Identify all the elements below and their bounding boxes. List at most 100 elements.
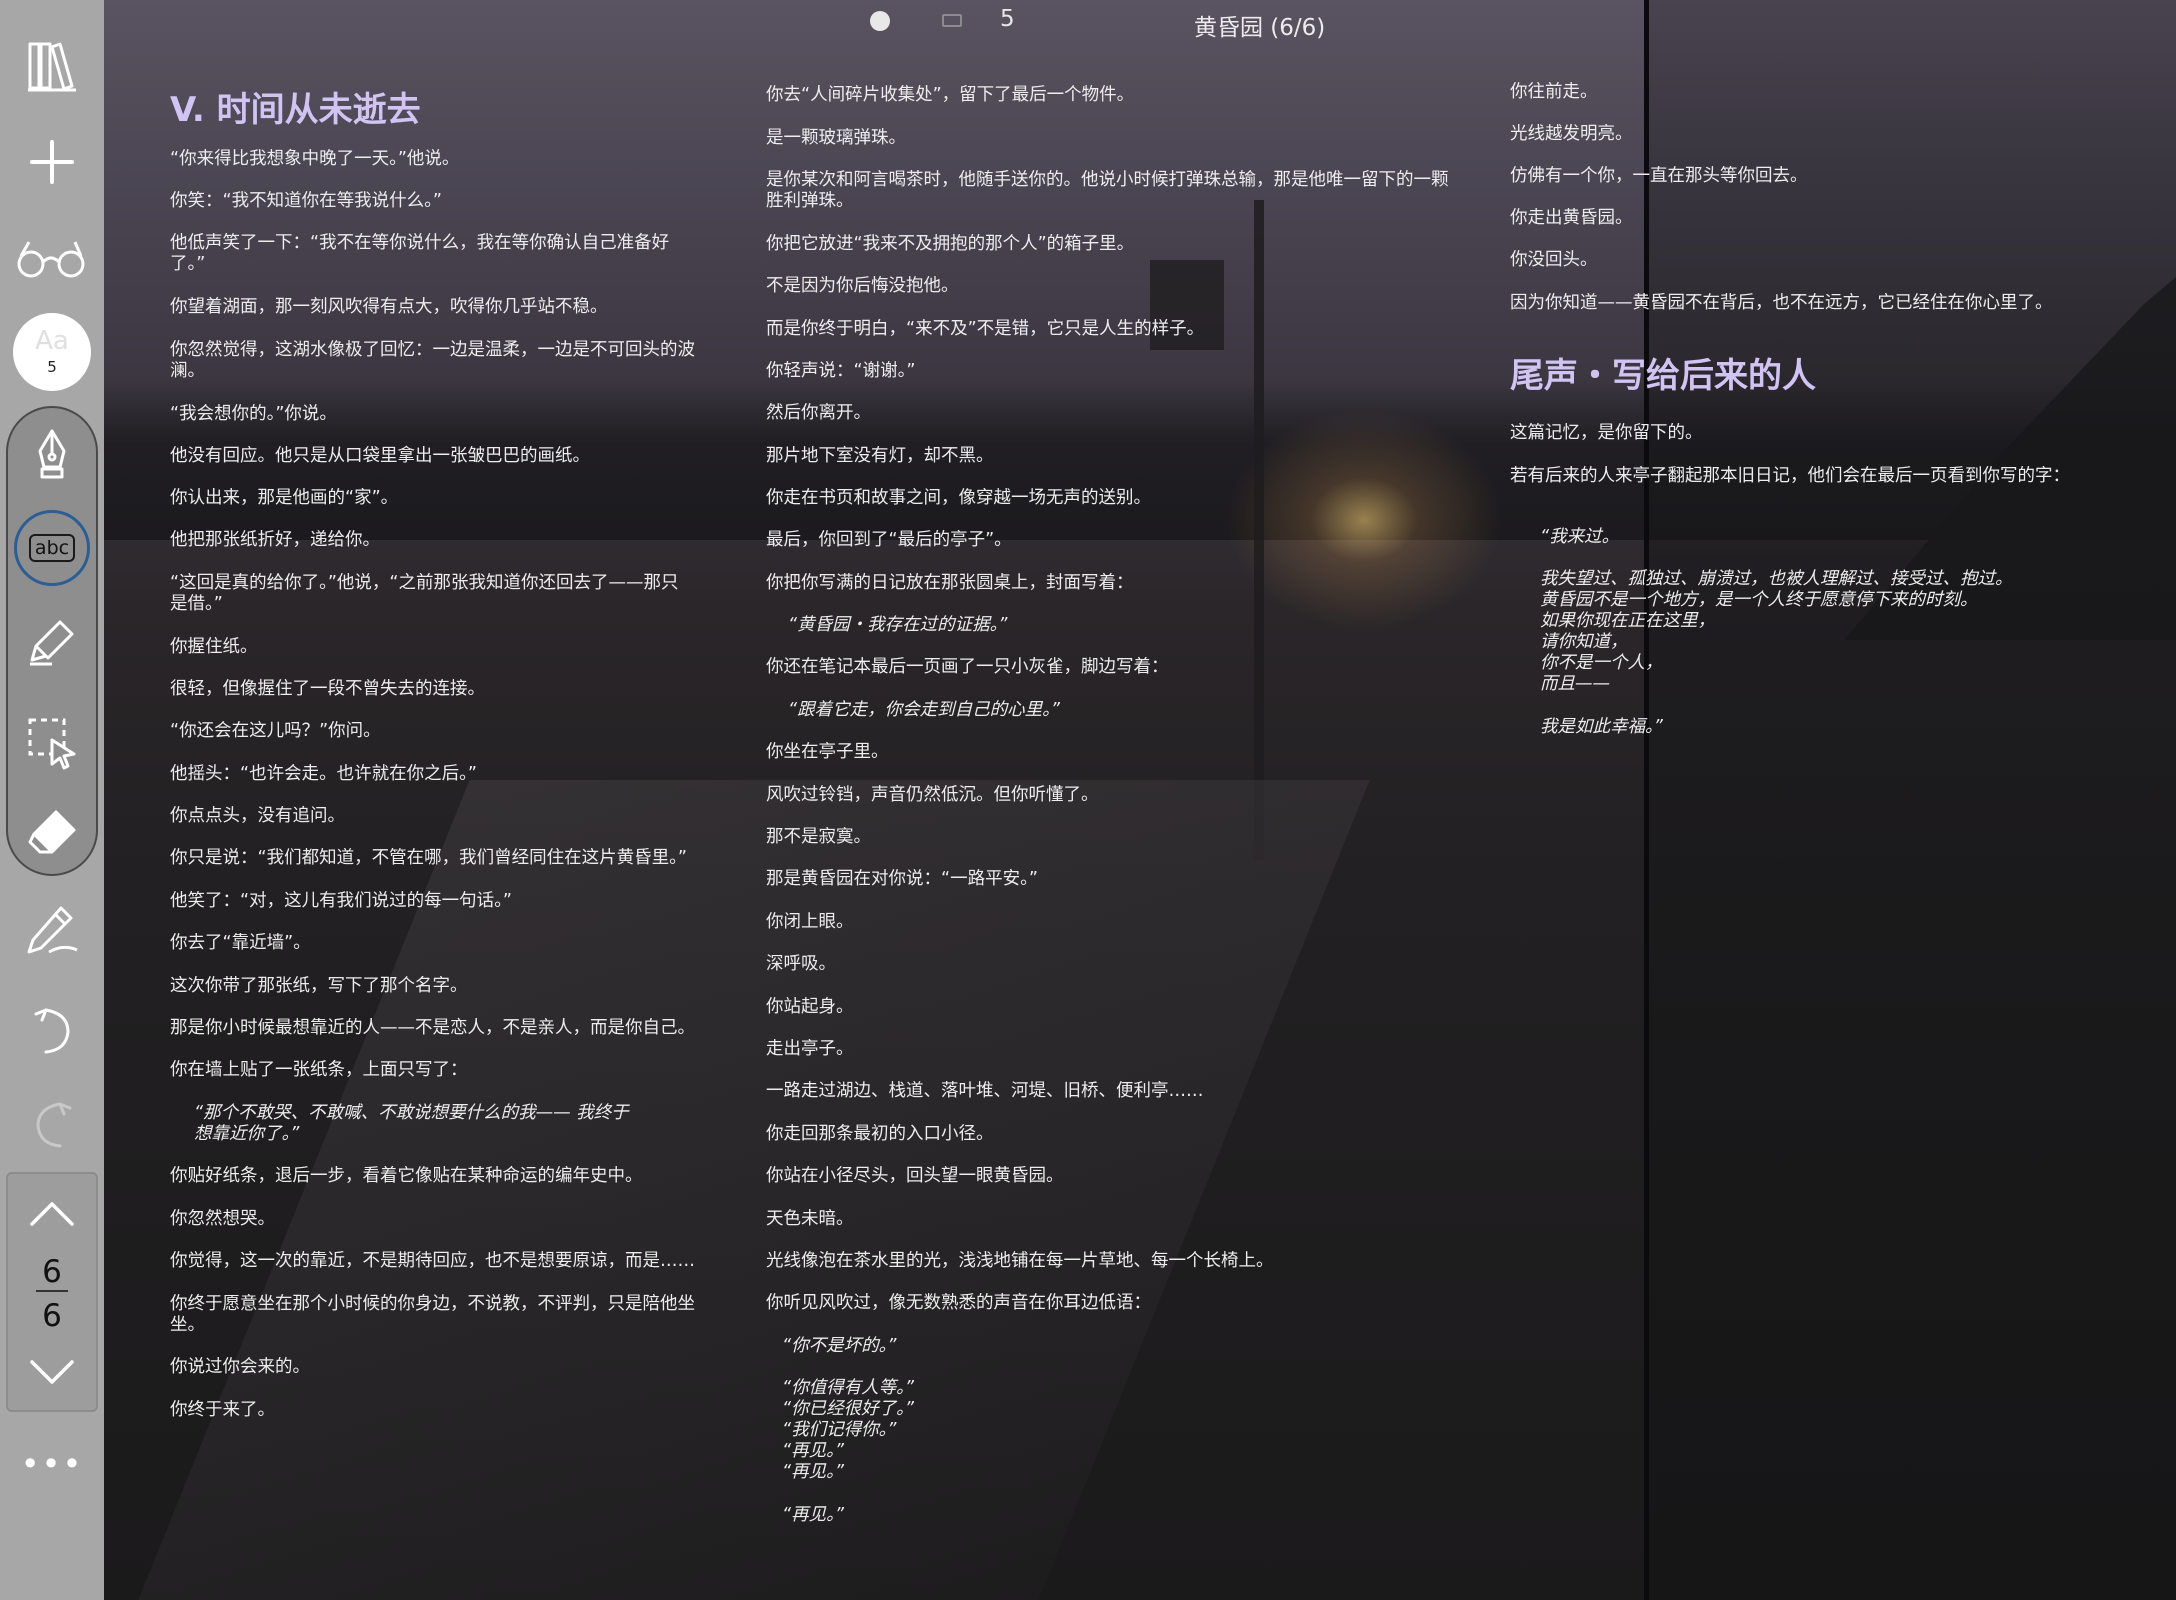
paragraph: 你认出来，那是他画的“家”。	[170, 488, 399, 508]
chevron-down-icon[interactable]	[28, 1358, 76, 1388]
paragraph: 你觉得，这一次的靠近，不是期待回应，也不是想要原谅，而是……	[170, 1251, 695, 1271]
paragraph: “你来得比我想象中晚了一天。”他说。	[170, 149, 460, 169]
paragraph: 他摇头：“也许会走。也许就在你之后。”	[170, 764, 477, 784]
background-lamp-post	[1254, 200, 1264, 860]
epilogue-heading: 尾声・写给后来的人	[1510, 356, 1816, 396]
paragraph: 是借。”	[170, 594, 223, 614]
page-divider-line	[1644, 0, 1649, 1600]
paragraph: 然后你离开。	[766, 403, 871, 423]
undo-icon	[34, 1008, 70, 1054]
paragraph: 你终于愿意坐在那个小时候的你身边，不说教，不评判，只是陪他坐	[170, 1294, 695, 1314]
paragraph: 这次你带了那张纸，写下了那个名字。	[170, 976, 468, 996]
pen-icon	[38, 429, 66, 479]
paragraph: 你终于来了。	[170, 1400, 275, 1420]
quote-line: “我来过。	[1540, 527, 1620, 547]
left-toolbar: Aa 5 abc 6 6 •••	[0, 0, 104, 1600]
library-button[interactable]	[0, 26, 104, 106]
page-total: 6	[42, 1298, 62, 1334]
paragraph: 你笑：“我不知道你在等我说什么。”	[170, 191, 442, 211]
lasso-select-button[interactable]	[0, 702, 104, 782]
paragraph: 他笑了：“对，这儿有我们说过的每一句话。”	[170, 891, 512, 911]
paragraph: 他把那张纸折好，递给你。	[170, 530, 380, 550]
paragraph: 你握住纸。	[170, 637, 258, 657]
paragraph: 他没有回应。他只是从口袋里拿出一张皱巴巴的画纸。	[170, 446, 590, 466]
paragraph: 那不是寂寞。	[766, 827, 871, 847]
pencil-button[interactable]	[0, 890, 104, 970]
paragraph: 你把它放进“我来不及拥抱的那个人”的箱子里。	[766, 234, 1135, 254]
chapter-heading: V. 时间从未逝去	[170, 90, 421, 130]
quote-line: 而且——	[1540, 674, 1610, 694]
paragraph: “这回是真的给你了。”他说，“之前那张我知道你还回去了——那只	[170, 573, 679, 593]
top-status-bar: 5 黄昏园 (6/6)	[104, 0, 2176, 44]
paragraph: 你没回头。	[1510, 250, 1598, 270]
paragraph: “你还会在这儿吗？”你问。	[170, 721, 381, 741]
glasses-icon	[17, 241, 85, 278]
quote-line: “再见。”	[782, 1462, 844, 1482]
highlighter-button[interactable]	[0, 602, 104, 682]
paragraph: 光线越发明亮。	[1510, 124, 1633, 144]
quote-line: 如果你现在正在这里，	[1540, 611, 1715, 631]
paragraph: 你站起身。	[766, 997, 854, 1017]
paragraph: 深呼吸。	[766, 954, 836, 974]
text-tool-button[interactable]: abc	[14, 510, 90, 586]
paragraph: 你坐在亭子里。	[766, 742, 889, 762]
more-icon[interactable]: •••	[0, 1444, 104, 1484]
pen-tool-button[interactable]	[0, 414, 104, 494]
plus-icon	[30, 140, 74, 184]
paragraph: 你点点头，没有追问。	[170, 806, 345, 826]
paragraph: 走出亭子。	[766, 1039, 854, 1059]
paragraph: 你去了“靠近墙”。	[170, 933, 311, 953]
paragraph: 澜。	[170, 361, 205, 381]
quote-line: 我是如此幸福。”	[1540, 717, 1663, 737]
redo-button[interactable]	[0, 1084, 104, 1164]
quote-line: 想靠近你了。”	[194, 1124, 300, 1144]
paragraph: 这篇记忆，是你留下的。	[1510, 423, 1703, 443]
eraser-button[interactable]	[0, 792, 104, 872]
paragraph: “我会想你的。”你说。	[170, 404, 337, 424]
paragraph: 风吹过铃铛，声音仍然低沉。但你听懂了。	[766, 785, 1099, 805]
paragraph: 你闭上眼。	[766, 912, 854, 932]
keyboard-icon[interactable]	[942, 14, 962, 27]
paragraph: 你走在书页和故事之间，像穿越一场无声的送别。	[766, 488, 1151, 508]
quote-line: 黄昏园不是一个地方，是一个人终于愿意停下来的时刻。	[1540, 590, 1978, 610]
lasso-select-icon	[28, 718, 76, 770]
paragraph: 那是你小时候最想靠近的人——不是恋人，不是亲人，而是你自己。	[170, 1018, 695, 1038]
status-dot-icon	[870, 11, 890, 31]
paragraph: 仿佛有一个你，一直在那头等你回去。	[1510, 166, 1808, 186]
font-size-button[interactable]: Aa 5	[13, 313, 91, 391]
paragraph: 你去“人间碎片收集处”，留下了最后一个物件。	[766, 85, 1135, 105]
paragraph: 胜利弹珠。	[766, 191, 854, 211]
paragraph: 一路走过湖边、栈道、落叶堆、河堤、旧桥、便利亭……	[766, 1081, 1204, 1101]
quote-line: 我失望过、孤独过、崩溃过，也被人理解过、接受过、抱过。	[1540, 569, 2013, 589]
reader-app: 5 黄昏园 (6/6) Aa 5 abc 6 6 ••• V. 时间从未逝去 “…	[0, 0, 2176, 1600]
page-fraction-line	[36, 1290, 68, 1292]
paragraph: 因为你知道——黄昏园不在背后，也不在远方，它已经住在你心里了。	[1510, 293, 2053, 313]
quote-line: “再见。”	[782, 1505, 844, 1525]
quote-line: 请你知道，	[1540, 632, 1628, 652]
paragraph: 你还在笔记本最后一页画了一只小灰雀，脚边写着：	[766, 657, 1169, 677]
eraser-icon	[28, 810, 76, 854]
add-button[interactable]	[0, 122, 104, 202]
pencil-icon	[27, 906, 78, 954]
paragraph: 你往前走。	[1510, 82, 1598, 102]
quote-line: “跟着它走，你会走到自己的心里。”	[788, 700, 1060, 720]
quote-line: 你不是一个人，	[1540, 653, 1663, 673]
paragraph: 你说过你会来的。	[170, 1357, 310, 1377]
paragraph: 最后，你回到了“最后的亭子”。	[766, 530, 1012, 550]
paragraph: 光线像泡在茶水里的光，浅浅地铺在每一片草地、每一个长椅上。	[766, 1251, 1274, 1271]
quote-line: “再见。”	[782, 1441, 844, 1461]
document-title: 黄昏园 (6/6)	[1194, 15, 1326, 41]
paragraph: 你走回那条最初的入口小径。	[766, 1124, 994, 1144]
paragraph: 他低声笑了一下：“我不在等你说什么，我在等你确认自己准备好	[170, 233, 670, 253]
quote-line: “黄昏园・我存在过的证据。”	[788, 615, 1008, 635]
chevron-up-icon[interactable]	[28, 1198, 76, 1228]
undo-button[interactable]	[0, 990, 104, 1070]
library-icon	[28, 42, 76, 92]
current-page-number: 5	[1000, 6, 1015, 32]
paragraph: 了。”	[170, 254, 206, 274]
reading-mode-button[interactable]	[0, 218, 104, 298]
page-current: 6	[42, 1254, 62, 1290]
paragraph: 不是因为你后悔没抱他。	[766, 276, 959, 296]
text-tool-label: abc	[28, 534, 76, 562]
font-preview: Aa	[35, 326, 69, 356]
